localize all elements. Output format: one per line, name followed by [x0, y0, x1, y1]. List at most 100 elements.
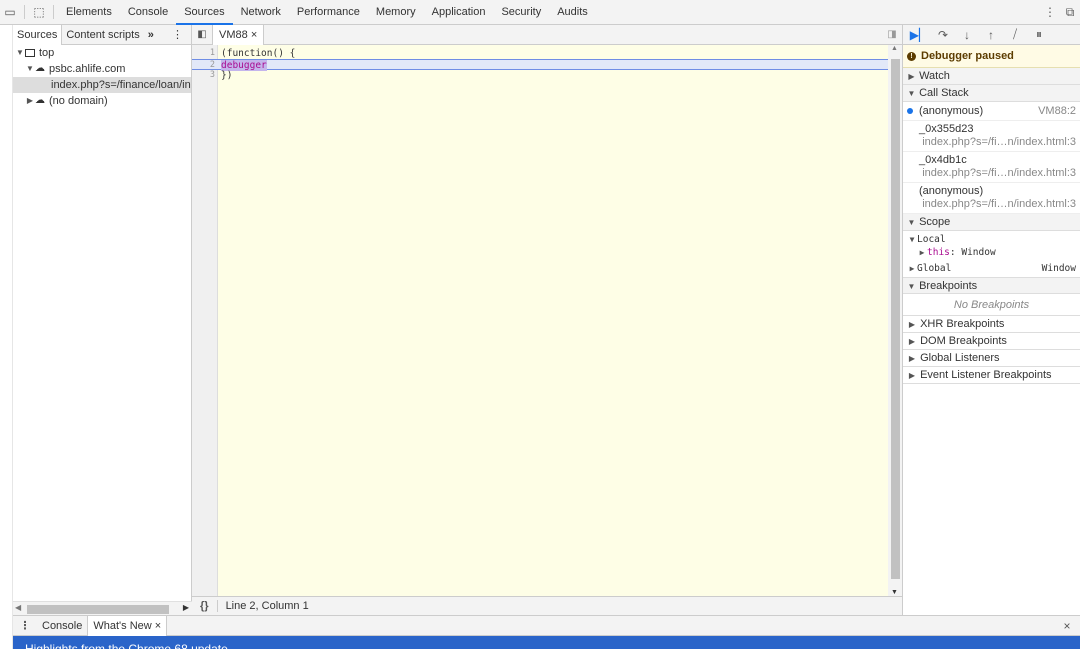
call-frame-current[interactable]: (anonymous) VM88:2 — [903, 102, 1080, 121]
tab-sources[interactable]: Sources — [176, 0, 233, 25]
section-global-listeners[interactable]: ▶ Global Listeners — [903, 350, 1080, 367]
inspect-element-icon[interactable]: ⬚ — [29, 0, 49, 25]
tab-network[interactable]: Network — [233, 0, 289, 25]
customize-menu-icon[interactable]: ⋮ — [1040, 0, 1060, 25]
toolbar-divider — [24, 5, 25, 19]
toggle-debugger-icon[interactable]: ◨ — [882, 29, 902, 40]
section-watch[interactable]: ▶ Watch — [903, 68, 1080, 85]
no-breakpoints-message: No Breakpoints — [903, 294, 1080, 316]
section-scope[interactable]: ▼ Scope — [903, 214, 1080, 231]
scroll-up-icon[interactable]: ▲ — [891, 45, 898, 52]
code-line[interactable]: 1 (function() { — [192, 48, 888, 59]
scope-property-this[interactable]: ▶ this: Window — [907, 246, 1076, 259]
close-tab-icon[interactable]: × — [155, 620, 161, 632]
line-number-gutter[interactable] — [192, 45, 218, 596]
section-title: XHR Breakpoints — [920, 318, 1005, 330]
frame-location[interactable]: index.php?s=/fi…n/index.html:3 — [919, 198, 1076, 211]
scope-tree: ▼ Local ▶ this: Window ▶ Global Window — [903, 231, 1080, 277]
scrollbar-thumb[interactable] — [891, 59, 900, 579]
code-text: (function() { — [221, 48, 296, 59]
tab-elements[interactable]: Elements — [58, 0, 120, 25]
frame-function: _0x4db1c — [919, 154, 967, 166]
step-into-icon[interactable]: ↓ — [955, 28, 979, 42]
scroll-right-icon[interactable]: ▶ — [183, 603, 189, 612]
section-xhr-breakpoints[interactable]: ▶ XHR Breakpoints — [903, 316, 1080, 333]
collapse-triangle-icon: ▶ — [908, 371, 916, 380]
step-over-icon[interactable]: ↷ — [931, 28, 955, 42]
call-frame[interactable]: _0x4db1c index.php?s=/fi…n/index.html:3 — [903, 152, 1080, 183]
frame-location[interactable]: index.php?s=/fi…n/index.html:3 — [919, 136, 1076, 149]
paused-banner: ! Debugger paused — [903, 45, 1080, 68]
expand-triangle-icon[interactable]: ▼ — [25, 61, 35, 77]
current-frame-icon — [907, 108, 913, 114]
line-number[interactable]: 3 — [192, 70, 215, 81]
deactivate-breakpoints-icon[interactable]: ⧸ — [1003, 27, 1027, 42]
navigator-horizontal-scrollbar[interactable]: ◀ ▶ — [13, 601, 192, 615]
drawer-tab-console[interactable]: Console — [37, 616, 87, 636]
navigator-menu-icon[interactable]: ⋮ — [164, 28, 191, 41]
frame-function: _0x355d23 — [919, 123, 974, 135]
scroll-down-icon[interactable]: ▼ — [891, 589, 898, 596]
tab-performance[interactable]: Performance — [289, 0, 368, 25]
property-name: this — [927, 247, 950, 258]
collapse-triangle-icon[interactable]: ▶ — [907, 262, 917, 275]
close-tab-icon[interactable]: × — [251, 29, 257, 41]
tree-item-label: (no domain) — [49, 95, 108, 107]
line-number[interactable]: 1 — [192, 48, 215, 59]
frame-location[interactable]: VM88:2 — [1038, 105, 1076, 118]
collapse-triangle-icon[interactable]: ▶ — [25, 93, 35, 109]
navigator-tab-content-scripts[interactable]: Content scripts — [62, 25, 143, 45]
more-tabs-button[interactable]: » — [144, 29, 158, 41]
debugger-sidebar: ▶▏ ↷ ↓ ↑ ⧸ ⏸ ! Debugger paused ▶ Watch ▼… — [902, 25, 1080, 615]
expand-triangle-icon: ▼ — [907, 282, 916, 291]
navigator-tab-sources[interactable]: Sources — [13, 24, 63, 45]
close-drawer-icon[interactable]: × — [1054, 619, 1080, 633]
tab-console[interactable]: Console — [120, 0, 176, 25]
code-area[interactable]: 1 (function() { 2 debugger 3 }) — [192, 45, 888, 596]
scroll-left-icon[interactable]: ◀ — [15, 603, 21, 612]
frame-location[interactable]: index.php?s=/fi…n/index.html:3 — [919, 167, 1076, 180]
debugger-toolbar: ▶▏ ↷ ↓ ↑ ⧸ ⏸ — [903, 25, 1080, 45]
call-frame[interactable]: (anonymous) index.php?s=/fi…n/index.html… — [903, 183, 1080, 214]
section-event-listener-breakpoints[interactable]: ▶ Event Listener Breakpoints — [903, 367, 1080, 384]
call-frame[interactable]: _0x355d23 index.php?s=/fi…n/index.html:3 — [903, 121, 1080, 152]
devtools-toolbar: ▭ ⬚ Elements Console Sources Network Per… — [0, 0, 1080, 25]
drawer-tab-label: What's New — [93, 619, 152, 632]
resume-icon[interactable]: ▶▏ — [907, 28, 931, 42]
tree-item-domain[interactable]: ▼ ☁ psbc.ahlife.com — [13, 61, 191, 77]
toggle-navigator-icon[interactable]: ◧ — [192, 29, 212, 40]
section-title: Global Listeners — [920, 352, 1000, 364]
pause-on-exceptions-icon[interactable]: ⏸ — [1027, 27, 1051, 42]
expand-triangle-icon[interactable]: ▼ — [15, 45, 25, 61]
tab-audits[interactable]: Audits — [549, 0, 596, 25]
collapse-triangle-icon[interactable]: ▶ — [917, 246, 927, 259]
tab-security[interactable]: Security — [493, 0, 549, 25]
tab-application[interactable]: Application — [424, 0, 494, 25]
undock-icon[interactable]: ⧉ — [1060, 0, 1080, 25]
tree-item-no-domain[interactable]: ▶ ☁ (no domain) — [13, 93, 191, 109]
device-mode-icon[interactable]: ▭ — [0, 0, 20, 25]
tree-item-top[interactable]: ▼ top — [13, 45, 191, 61]
editor-vertical-scrollbar[interactable]: ▲ ▼ — [888, 45, 902, 596]
code-line-paused[interactable]: 2 debugger — [192, 59, 888, 71]
pretty-print-button[interactable]: {} — [192, 600, 217, 612]
step-out-icon[interactable]: ↑ — [979, 28, 1003, 42]
expand-triangle-icon[interactable]: ▼ — [907, 233, 917, 246]
cloud-icon: ☁ — [35, 95, 45, 106]
code-line[interactable]: 3 }) — [192, 70, 888, 81]
whats-new-banner: Highlights from the Chrome 68 update — [13, 636, 1080, 649]
section-breakpoints[interactable]: ▼ Breakpoints — [903, 277, 1080, 294]
scope-local[interactable]: ▼ Local — [907, 233, 1076, 246]
frame-function: (anonymous) — [919, 104, 984, 117]
tree-item-label: top — [39, 47, 55, 59]
scope-global[interactable]: ▶ Global Window — [907, 262, 1076, 275]
section-call-stack[interactable]: ▼ Call Stack — [903, 85, 1080, 102]
section-dom-breakpoints[interactable]: ▶ DOM Breakpoints — [903, 333, 1080, 350]
scrollbar-thumb[interactable] — [27, 605, 169, 614]
tab-memory[interactable]: Memory — [368, 0, 424, 25]
drawer-menu-icon[interactable]: ⋮ — [13, 619, 37, 632]
tree-item-file[interactable]: index.php?s=/finance/loan/ind — [13, 77, 191, 93]
editor-tab-vm88[interactable]: VM88 × — [212, 24, 265, 45]
drawer-tab-whats-new[interactable]: What's New × — [87, 615, 168, 636]
section-title: Watch — [919, 70, 950, 82]
